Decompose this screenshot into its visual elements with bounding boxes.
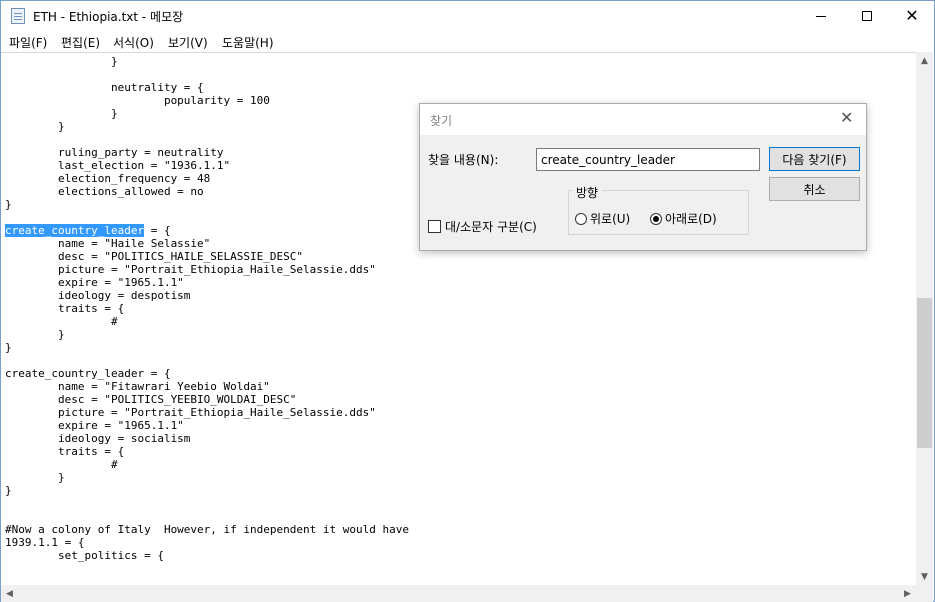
editor-line: 1939.1.1 = { — [5, 536, 85, 549]
direction-up-option[interactable]: 위로(U) — [575, 210, 630, 227]
editor-line: last_election = "1936.1.1" — [5, 159, 231, 172]
minimize-icon — [816, 15, 826, 17]
editor-line: election_frequency = 48 — [5, 172, 211, 185]
editor-line: #Now a colony of Italy However, if indep… — [5, 523, 409, 536]
editor-line: traits = { — [5, 302, 125, 315]
menu-view[interactable]: 보기(V) — [168, 34, 208, 51]
horizontal-scrollbar[interactable]: ◀ ▶ — [1, 585, 916, 602]
find-what-input[interactable] — [536, 148, 760, 171]
selected-text: create_country_leader — [5, 224, 145, 237]
editor-line: traits = { — [5, 445, 125, 458]
editor-line: expire = "1965.1.1" — [5, 276, 184, 289]
menu-format[interactable]: 서식(O) — [113, 34, 154, 51]
scroll-down-icon[interactable]: ▼ — [916, 568, 933, 585]
scrollbar-corner — [916, 585, 933, 602]
scroll-left-icon[interactable]: ◀ — [1, 585, 18, 602]
minimize-button[interactable] — [798, 1, 844, 31]
notepad-icon — [11, 8, 25, 24]
find-what-label: 찾을 내용(N): — [428, 153, 499, 167]
editor-line: ideology = despotism — [5, 289, 191, 302]
editor-content[interactable]: } neutrality = { popularity = 100 } } ru… — [5, 55, 409, 562]
cancel-button[interactable]: 취소 — [769, 177, 860, 201]
find-dialog-title: 찾기 — [430, 114, 453, 128]
direction-up-radio[interactable] — [575, 212, 587, 225]
direction-down-label: 아래로(D) — [665, 212, 717, 226]
direction-label: 방향 — [572, 184, 603, 201]
editor-line: desc = "POLITICS_YEEBIO_WOLDAI_DESC" — [5, 393, 297, 406]
editor-line: } — [5, 120, 65, 133]
editor-line: create_country_leader = { — [5, 224, 171, 237]
editor-line: ruling_party = neutrality — [5, 146, 224, 159]
editor-line: } — [5, 484, 12, 497]
editor-line: desc = "POLITICS_HAILE_SELASSIE_DESC" — [5, 250, 304, 263]
direction-down-option[interactable]: 아래로(D) — [650, 210, 717, 227]
maximize-button[interactable] — [844, 1, 890, 31]
editor-line: popularity = 100 — [5, 94, 270, 107]
close-icon: ✕ — [905, 6, 919, 25]
menu-file[interactable]: 파일(F) — [9, 34, 47, 51]
close-icon[interactable]: ✕ — [840, 110, 853, 126]
editor-line: } — [5, 55, 118, 68]
close-button[interactable]: ✕ — [889, 1, 935, 31]
menu-bar: 파일(F) 편집(E) 서식(O) 보기(V) 도움말(H) — [1, 31, 934, 52]
editor-line: } — [5, 341, 12, 354]
editor-line: elections_allowed = no — [5, 185, 204, 198]
editor-line: name = "Haile Selassie" — [5, 237, 211, 250]
vertical-scroll-thumb[interactable] — [917, 298, 932, 448]
find-dialog-title-bar[interactable]: 찾기 ✕ — [420, 104, 866, 135]
match-case-label: 대/소문자 구분(C) — [445, 220, 537, 234]
editor-line: create_country_leader = { — [5, 367, 171, 380]
vertical-scrollbar[interactable]: ▲ ▼ — [916, 52, 933, 585]
match-case-option[interactable]: 대/소문자 구분(C) — [428, 218, 537, 235]
editor-line: } — [5, 198, 12, 211]
maximize-icon — [862, 11, 872, 21]
match-case-checkbox[interactable] — [428, 220, 441, 233]
editor-line: set_politics = { — [5, 549, 164, 562]
direction-down-radio[interactable] — [650, 212, 662, 225]
title-bar[interactable]: ETH - Ethiopia.txt - 메모장 ✕ — [1, 1, 934, 31]
editor-line: ideology = socialism — [5, 432, 191, 445]
find-dialog: 찾기 ✕ 찾을 내용(N): 다음 찾기(F) 취소 대/소문자 구분(C) 방… — [419, 103, 867, 251]
menu-help[interactable]: 도움말(H) — [222, 34, 274, 51]
editor-line: # — [5, 315, 118, 328]
scroll-up-icon[interactable]: ▲ — [916, 52, 933, 69]
editor-line: name = "Fitawrari Yeebio Woldai" — [5, 380, 270, 393]
find-next-button[interactable]: 다음 찾기(F) — [769, 147, 860, 171]
editor-line: } — [5, 471, 65, 484]
editor-line: } — [5, 107, 118, 120]
editor-line: picture = "Portrait_Ethiopia_Haile_Selas… — [5, 406, 376, 419]
editor-line: # — [5, 458, 118, 471]
notepad-window: ETH - Ethiopia.txt - 메모장 ✕ 파일(F) 편집(E) 서… — [0, 0, 935, 602]
direction-up-label: 위로(U) — [590, 212, 631, 226]
scroll-right-icon[interactable]: ▶ — [899, 585, 916, 602]
menu-edit[interactable]: 편집(E) — [61, 34, 100, 51]
editor-line: } — [5, 328, 65, 341]
editor-line: expire = "1965.1.1" — [5, 419, 184, 432]
window-title: ETH - Ethiopia.txt - 메모장 — [33, 10, 184, 24]
editor-line: picture = "Portrait_Ethiopia_Haile_Selas… — [5, 263, 376, 276]
editor-line: neutrality = { — [5, 81, 204, 94]
